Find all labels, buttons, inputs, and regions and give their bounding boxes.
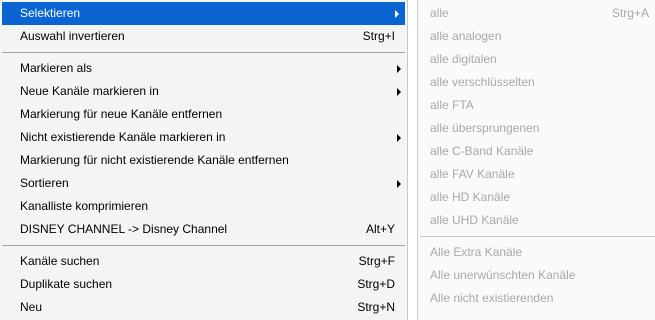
menu-separator <box>2 52 405 53</box>
submenu-item-label: alle C-Band Kanäle <box>430 144 534 158</box>
menu-item-nicht-existierende-markieren[interactable]: Nicht existierende Kanäle markieren in <box>0 126 407 149</box>
submenu-item-label: alle UHD Kanäle <box>430 213 519 227</box>
submenu-item-alle-verschluesselten: alle verschlüsselten <box>418 71 655 94</box>
menu-item-shortcut: Strg+F <box>358 254 395 268</box>
submenu-item-label: alle FAV Kanäle <box>430 167 515 181</box>
submenu-item-shortcut: Strg+A <box>611 6 649 20</box>
menu-item-label: Neu <box>20 300 43 314</box>
menu-item-shortcut: Strg+I <box>362 29 395 43</box>
submenu-item-label: alle analogen <box>430 29 502 43</box>
submenu-item-alle-extra: Alle Extra Kanäle <box>418 241 655 264</box>
submenu-item-alle-uhd: alle UHD Kanäle <box>418 209 655 232</box>
menu-item-label: Kanalliste komprimieren <box>20 199 149 213</box>
submenu-item-alle: alle Strg+A <box>418 2 655 25</box>
submenu-item-alle-analogen: alle analogen <box>418 25 655 48</box>
menu-item-label: Markierung für neue Kanäle entfernen <box>20 107 223 121</box>
submenu-arrow-icon <box>397 65 401 73</box>
menu-item-label: Kanäle suchen <box>20 254 100 268</box>
submenu-item-label: alle verschlüsselten <box>430 75 535 89</box>
submenu-item-label: Alle unerwünschten Kanäle <box>430 268 576 282</box>
submenu-item-label: alle FTA <box>430 98 474 112</box>
submenu-item-alle-hd: alle HD Kanäle <box>418 186 655 209</box>
submenu-arrow-icon <box>397 180 401 188</box>
submenu-item-label: Alle Extra Kanäle <box>430 245 523 259</box>
menu-item-shortcut: Strg+D <box>357 277 395 291</box>
menu-item-markieren-als[interactable]: Markieren als <box>0 57 407 80</box>
submenu-item-alle-uebersprungenen: alle übersprungenen <box>418 117 655 140</box>
selektieren-submenu: alle Strg+A alle analogen alle digitalen… <box>417 0 655 320</box>
menu-item-neu[interactable]: Neu Strg+N <box>0 296 407 319</box>
menu-item-markierung-nicht-existierende-entfernen[interactable]: Markierung für nicht existierende Kanäle… <box>0 149 407 172</box>
menu-item-label: Nicht existierende Kanäle markieren in <box>20 130 226 144</box>
menu-item-label: Neue Kanäle markieren in <box>20 84 159 98</box>
submenu-separator <box>420 236 655 237</box>
menu-item-markierung-neue-entfernen[interactable]: Markierung für neue Kanäle entfernen <box>0 103 407 126</box>
menu-item-label: Sortieren <box>20 176 69 190</box>
submenu-item-label: alle digitalen <box>430 52 497 66</box>
menu-item-rename-channel[interactable]: DISNEY CHANNEL -> Disney Channel Alt+Y <box>0 218 407 241</box>
menu-item-selektieren[interactable]: Selektieren <box>2 2 405 25</box>
menu-item-label: Duplikate suchen <box>20 277 113 291</box>
menu-item-label: DISNEY CHANNEL -> Disney Channel <box>20 222 228 236</box>
menu-item-shortcut: Alt+Y <box>365 222 395 236</box>
menu-item-sortieren[interactable]: Sortieren <box>0 172 407 195</box>
menu-item-neue-kanaele-markieren[interactable]: Neue Kanäle markieren in <box>0 80 407 103</box>
submenu-item-label: Alle nicht existierenden <box>430 291 554 305</box>
submenu-item-alle-c-band: alle C-Band Kanäle <box>418 140 655 163</box>
menu-item-label: Auswahl invertieren <box>20 29 125 43</box>
submenu-item-label: alle übersprungenen <box>430 121 540 135</box>
context-menu: Selektieren Auswahl invertieren Strg+I M… <box>0 0 408 320</box>
menu-item-auswahl-invertieren[interactable]: Auswahl invertieren Strg+I <box>0 25 407 48</box>
menu-item-label: Markieren als <box>20 61 93 75</box>
submenu-arrow-icon <box>395 10 399 18</box>
menu-separator <box>2 245 405 246</box>
submenu-item-alle-nicht-existierenden: Alle nicht existierenden <box>418 287 655 310</box>
menu-item-duplikate-suchen[interactable]: Duplikate suchen Strg+D <box>0 273 407 296</box>
menu-item-shortcut: Strg+N <box>357 300 395 314</box>
submenu-item-alle-digitalen: alle digitalen <box>418 48 655 71</box>
submenu-item-alle-fav: alle FAV Kanäle <box>418 163 655 186</box>
menu-item-kanalliste-komprimieren[interactable]: Kanalliste komprimieren <box>0 195 407 218</box>
submenu-arrow-icon <box>397 88 401 96</box>
menu-item-kanaele-suchen[interactable]: Kanäle suchen Strg+F <box>0 250 407 273</box>
submenu-item-alle-fta: alle FTA <box>418 94 655 117</box>
submenu-item-label: alle HD Kanäle <box>430 190 511 204</box>
menu-item-label: Selektieren <box>20 6 81 20</box>
submenu-item-alle-unerwuenschten: Alle unerwünschten Kanäle <box>418 264 655 287</box>
submenu-arrow-icon <box>397 134 401 142</box>
menu-item-label: Markierung für nicht existierende Kanäle… <box>20 153 289 167</box>
submenu-item-label: alle <box>430 6 449 20</box>
